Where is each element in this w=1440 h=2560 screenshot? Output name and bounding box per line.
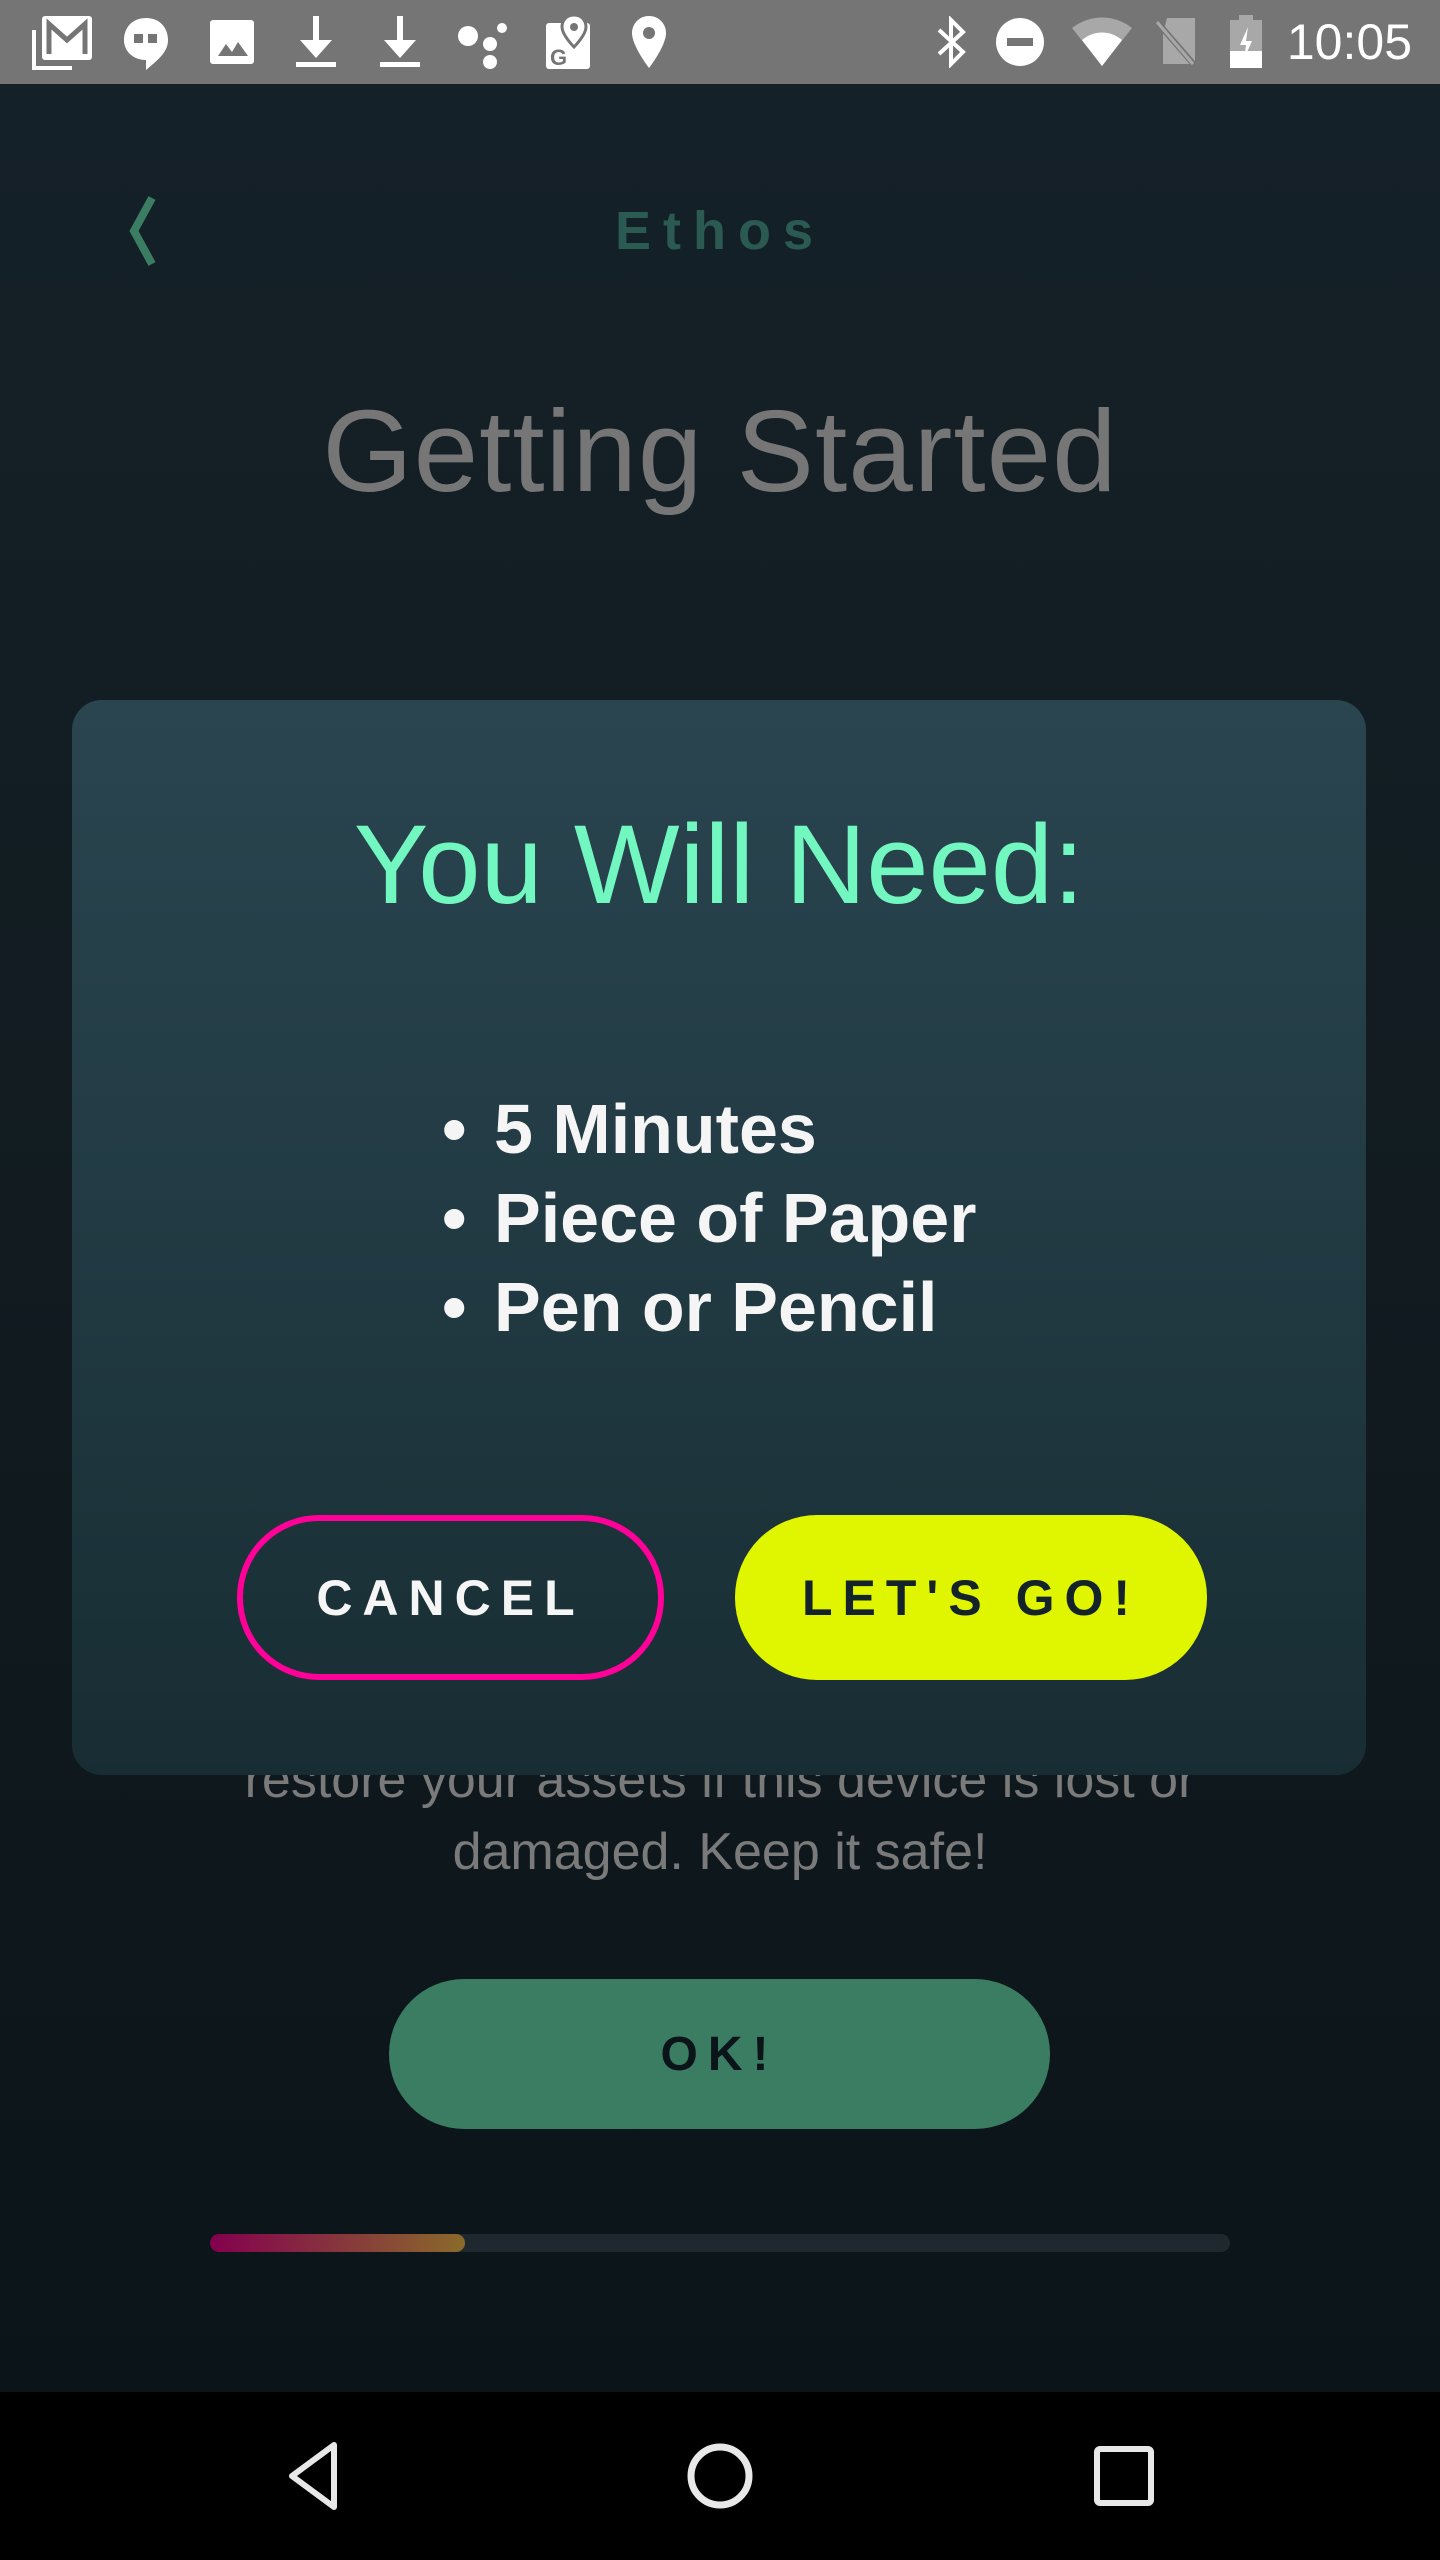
list-item: • Pen or Pencil <box>442 1263 976 1352</box>
photos-icon <box>208 14 256 70</box>
status-bar: G 10:05 <box>0 0 1440 84</box>
requirements-list: • 5 Minutes • Piece of Paper • Pen or Penci… <box>442 1085 976 1352</box>
maps-icon: G <box>544 13 594 70</box>
list-item-label: Piece of Paper <box>494 1179 977 1257</box>
do-not-disturb-icon <box>995 14 1045 70</box>
no-sim-icon <box>1155 14 1201 70</box>
wifi-icon <box>1070 14 1134 70</box>
list-item: • 5 Minutes <box>442 1085 976 1174</box>
description-line: damaged. Keep it safe! <box>452 1823 988 1881</box>
gmail-icon <box>32 14 94 70</box>
download-icon <box>378 14 422 70</box>
download-icon <box>294 14 338 70</box>
bullet: • <box>442 1179 467 1257</box>
battery-charging-icon <box>1228 14 1264 70</box>
lets-go-button[interactable]: LET'S GO! <box>735 1515 1207 1680</box>
recents-square-icon <box>1094 2446 1154 2506</box>
page-title: Getting Started <box>322 386 1118 516</box>
bluetooth-icon <box>935 14 969 70</box>
bullet: • <box>442 1268 467 1346</box>
ok-button[interactable]: OK! <box>389 1979 1050 2129</box>
list-item-label: 5 Minutes <box>494 1090 817 1168</box>
bullet: • <box>442 1090 467 1168</box>
nav-home-button[interactable] <box>680 2436 760 2516</box>
requirements-dialog: You Will Need: • 5 Minutes • Piece of Pape… <box>72 700 1366 1775</box>
hangouts-icon <box>122 14 170 70</box>
list-item-label: Pen or Pencil <box>494 1268 938 1346</box>
back-triangle-icon <box>289 2442 337 2510</box>
app-title: Ethos <box>614 201 825 261</box>
progress-fill <box>210 2234 465 2252</box>
nav-back-button[interactable] <box>276 2436 356 2516</box>
assistant-icon <box>458 14 510 70</box>
progress-bar <box>210 2234 1230 2252</box>
clock: 10:05 <box>1286 14 1412 70</box>
list-item: • Piece of Paper <box>442 1174 976 1263</box>
location-pin-icon <box>630 14 668 70</box>
home-circle-icon <box>687 2443 753 2509</box>
dialog-title: You Will Need: <box>353 802 1085 927</box>
navigation-bar <box>0 2392 1440 2560</box>
nav-recents-button[interactable] <box>1084 2436 1164 2516</box>
svg-text:G: G <box>550 45 567 70</box>
cancel-button[interactable]: CANCEL <box>237 1515 664 1680</box>
